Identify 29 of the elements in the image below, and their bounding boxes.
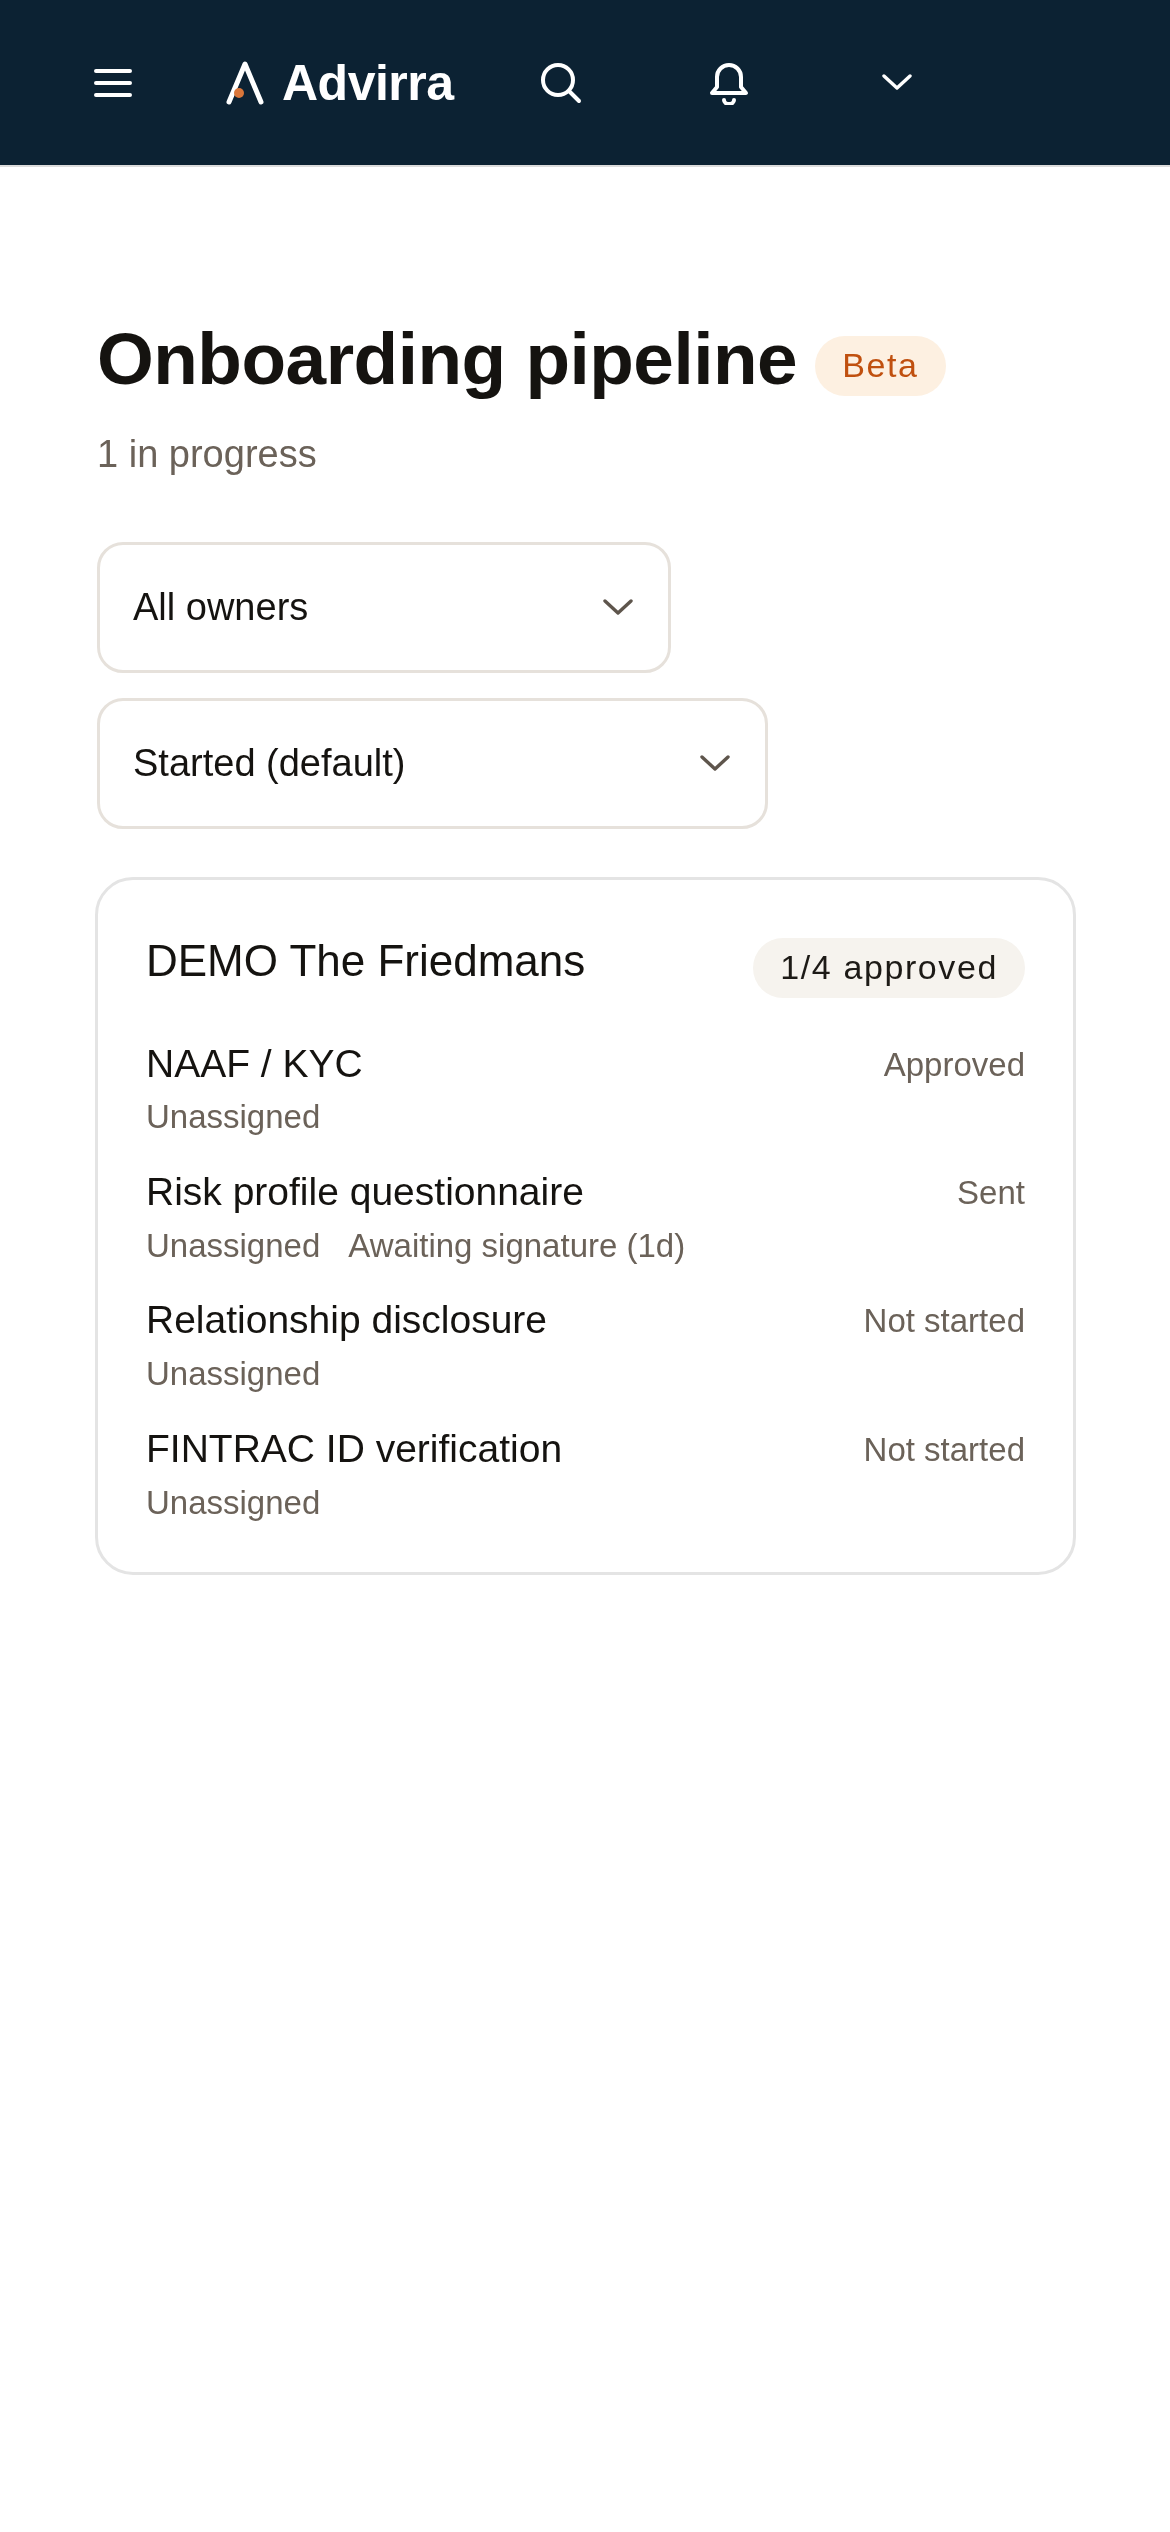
brand-name: Advirra <box>282 57 454 108</box>
task-name: NAAF / KYC <box>146 1040 363 1087</box>
task-note: Awaiting signature (1d) <box>348 1225 686 1266</box>
task-status: Not started <box>863 1301 1025 1341</box>
bell-icon <box>708 60 749 105</box>
page-title: Onboarding pipeline <box>97 317 798 401</box>
task-assignee: Unassigned <box>146 1482 321 1523</box>
filter-dropdown[interactable]: All owners <box>97 541 672 673</box>
menu-icon <box>94 67 132 98</box>
task-status: Sent <box>957 1173 1025 1213</box>
approval-badge: 1/4 approved <box>753 937 1025 998</box>
logo-icon <box>226 60 264 105</box>
progress-count: 1 in progress <box>97 432 318 476</box>
client-name: DEMO The Friedmans <box>146 935 586 986</box>
task-name: FINTRAC ID verification <box>146 1425 563 1472</box>
task-status: Approved <box>883 1044 1025 1085</box>
chevron-down-icon <box>881 74 912 91</box>
task-assignee: Unassigned <box>146 1225 321 1266</box>
task-assignee: Unassigned <box>146 1097 321 1137</box>
task-status: Not started <box>863 1429 1025 1470</box>
beta-badge: Beta <box>815 335 946 396</box>
task-assignee: Unassigned <box>146 1354 321 1394</box>
client-card[interactable] <box>95 876 1076 1576</box>
chevron-down-icon <box>700 754 731 772</box>
task-name: Relationship disclosure <box>146 1297 548 1344</box>
chevron-down-icon <box>603 598 634 616</box>
search-icon <box>539 61 582 104</box>
filter-dropdown[interactable]: Started (default) <box>97 697 769 829</box>
task-name: Risk profile questionnaire <box>146 1169 585 1215</box>
